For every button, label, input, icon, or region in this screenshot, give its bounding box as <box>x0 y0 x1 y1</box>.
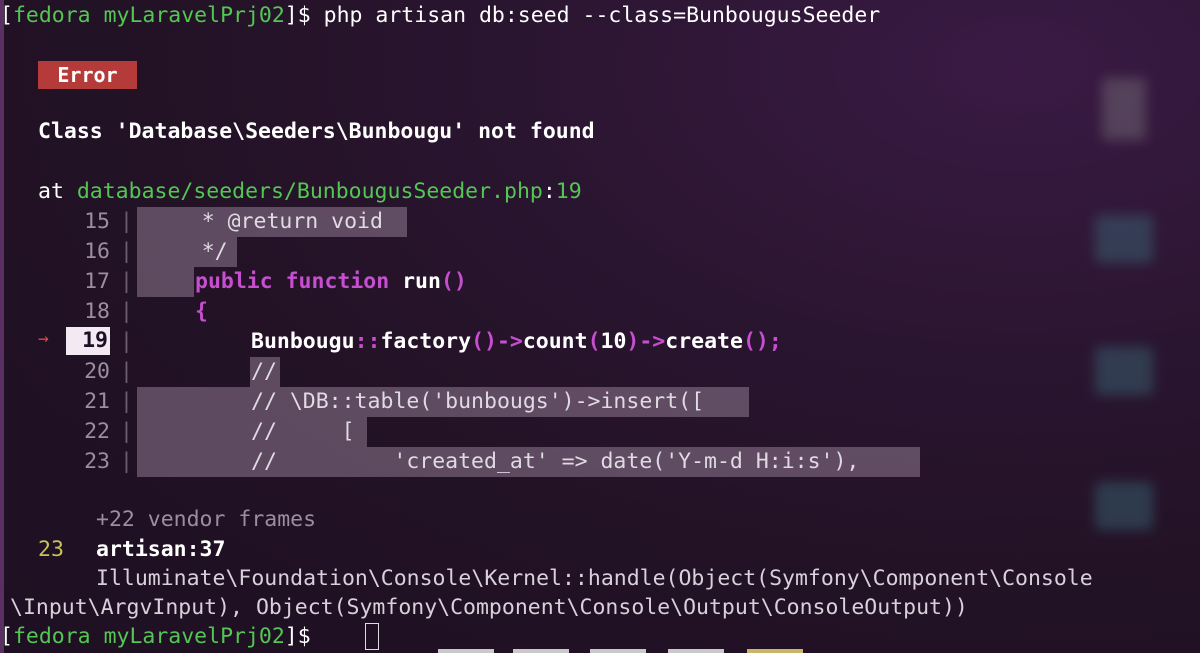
line-number: 17 <box>84 269 110 294</box>
line-number: 16 <box>84 239 110 264</box>
gutter-bar: | <box>120 449 133 474</box>
current-line-arrow-icon: → <box>38 328 49 349</box>
desktop-background-icons <box>1040 0 1200 653</box>
frame-location: artisan:37 <box>96 537 226 562</box>
command-text: php artisan db:seed --class=BunbougusSee… <box>323 3 881 28</box>
line-number: 21 <box>84 389 110 414</box>
code-line: // [ <box>251 419 355 444</box>
code-highlight <box>137 267 194 297</box>
at-label: at <box>38 179 64 204</box>
code-line: // <box>251 359 277 384</box>
folder-icon <box>1095 215 1153 263</box>
error-message: Class 'Database\Seeders\Bunbougu' not fo… <box>38 119 595 144</box>
code-line-current: Bunbougu::factory()->count(10)->create()… <box>251 329 782 354</box>
prompt-dir: myLaravelPrj02 <box>103 624 285 649</box>
dock-item <box>590 649 646 653</box>
code-line: */ <box>137 239 228 264</box>
function-name: run <box>389 269 441 294</box>
file-line: 19 <box>555 179 582 204</box>
prompt-host: fedora <box>12 3 91 28</box>
prompt-host: fedora <box>12 624 91 649</box>
code-line: public function run() <box>195 269 467 294</box>
gutter-bar: | <box>120 389 133 414</box>
dock-item <box>747 649 803 653</box>
dock-item <box>438 649 494 653</box>
prompt-dir: myLaravelPrj02 <box>103 3 285 28</box>
gutter-bar: | <box>120 359 133 384</box>
file-icon <box>1102 78 1146 140</box>
gutter-bar: | <box>120 419 133 444</box>
dock-item <box>513 649 569 653</box>
file-path: database/seeders/BunbougusSeeder.php <box>76 179 543 204</box>
vendor-frames: +22 vendor frames <box>96 507 317 532</box>
window-left-edge <box>0 0 4 653</box>
prompt-line: [fedora myLaravelPrj02]$ <box>0 624 324 649</box>
code-line: { <box>195 299 208 324</box>
code-line: // \DB::table('bunbougs')->insert([ <box>251 389 705 414</box>
punctuation: () <box>440 269 467 294</box>
gutter-bar: | <box>120 329 133 354</box>
code-line: // 'created_at' => date('Y-m-d H:i:s'), <box>251 449 860 474</box>
line-number: 15 <box>84 209 110 234</box>
folder-icon <box>1095 482 1153 530</box>
gutter-bar: | <box>120 299 133 324</box>
current-line-number: 19 <box>66 327 110 355</box>
frame-number: 23 <box>38 537 64 562</box>
error-location: at database/seeders/BunbougusSeeder.php:… <box>38 179 582 204</box>
folder-icon <box>1095 347 1153 395</box>
line-number: 18 <box>84 299 110 324</box>
gutter-bar: | <box>120 239 133 264</box>
error-badge: Error <box>38 61 137 89</box>
code-line: * @return void <box>137 209 383 234</box>
frame-call: Illuminate\Foundation\Console\Kernel::ha… <box>96 566 1093 591</box>
terminal-cursor[interactable] <box>365 623 379 650</box>
dock-item <box>668 649 724 653</box>
gutter-bar: | <box>120 269 133 294</box>
keyword: public function <box>195 269 390 294</box>
line-number: 22 <box>84 419 110 444</box>
gutter-bar: | <box>120 209 133 234</box>
prompt-line: [fedora myLaravelPrj02]$ php artisan db:… <box>0 3 881 28</box>
frame-call-continued: \Input\ArgvInput), Object(Symfony\Compon… <box>10 595 968 620</box>
line-number: 20 <box>84 359 110 384</box>
line-number: 23 <box>84 449 110 474</box>
